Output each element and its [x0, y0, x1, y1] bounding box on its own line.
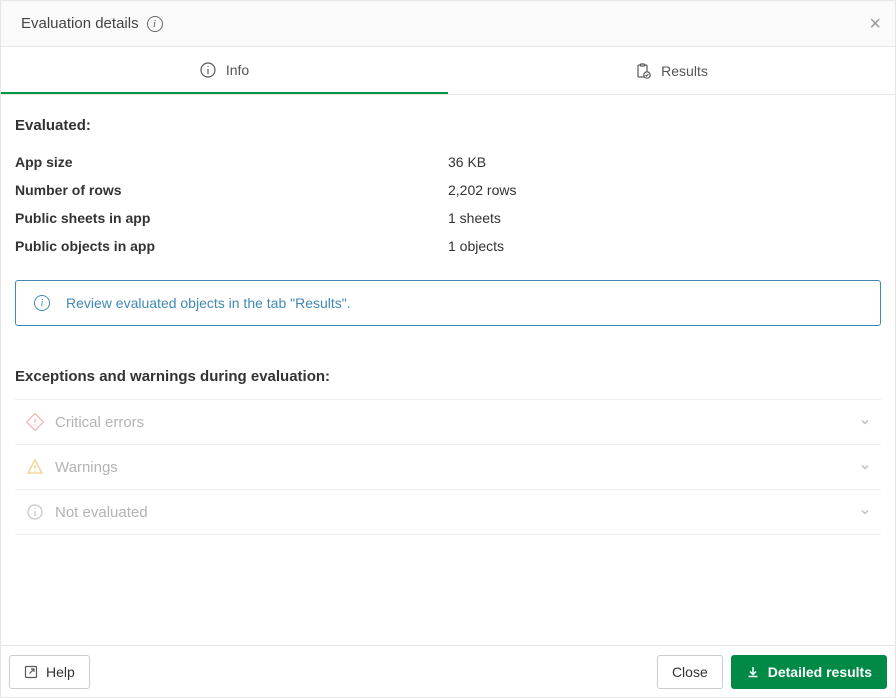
clipboard-check-icon: [635, 63, 651, 79]
exception-label: Critical errors: [55, 414, 859, 431]
detailed-results-label: Detailed results: [768, 664, 872, 680]
exception-row-not-evaluated[interactable]: Not evaluated: [15, 490, 881, 535]
properties-table: App size36 KBNumber of rows2,202 rowsPub…: [15, 148, 881, 260]
prop-value: 1 objects: [448, 232, 881, 260]
info-circle-icon: [25, 502, 45, 522]
external-link-icon: [24, 665, 38, 679]
exceptions-list: Critical errors Warnings Not evaluated: [15, 399, 881, 535]
info-icon[interactable]: i: [147, 16, 163, 32]
exception-row-critical[interactable]: Critical errors: [15, 400, 881, 445]
prop-value: 36 KB: [448, 148, 881, 176]
triangle-exclamation-icon: [25, 457, 45, 477]
diamond-exclamation-icon: [25, 412, 45, 432]
table-row: Public objects in app1 objects: [15, 232, 881, 260]
exception-label: Warnings: [55, 459, 859, 476]
tab-info-label: Info: [226, 62, 249, 78]
dialog-header: Evaluation details i ×: [1, 0, 895, 47]
help-button[interactable]: Help: [9, 655, 90, 689]
detailed-results-button[interactable]: Detailed results: [731, 655, 887, 689]
help-label: Help: [46, 664, 75, 680]
banner-text: Review evaluated objects in the tab "Res…: [66, 295, 351, 311]
dialog-title-wrap: Evaluation details i: [21, 15, 163, 32]
dialog-body: Evaluated: App size36 KBNumber of rows2,…: [1, 95, 895, 645]
exception-label: Not evaluated: [55, 504, 859, 521]
tab-results[interactable]: Results: [448, 47, 895, 94]
tab-info[interactable]: Info: [1, 47, 448, 94]
tab-results-label: Results: [661, 63, 708, 79]
chevron-down-icon: [859, 506, 871, 518]
evaluated-heading: Evaluated:: [15, 117, 881, 134]
table-row: Number of rows2,202 rows: [15, 176, 881, 204]
close-button[interactable]: Close: [657, 655, 723, 689]
evaluation-details-dialog: Evaluation details i × Info: [0, 0, 896, 698]
dialog-footer: Help Close Detailed results: [1, 645, 895, 697]
exception-row-warnings[interactable]: Warnings: [15, 445, 881, 490]
dialog-title: Evaluation details: [21, 15, 139, 32]
prop-label: Public objects in app: [15, 232, 448, 260]
tabs: Info Results: [1, 47, 895, 95]
prop-label: Number of rows: [15, 176, 448, 204]
prop-value: 2,202 rows: [448, 176, 881, 204]
prop-label: Public sheets in app: [15, 204, 448, 232]
close-label: Close: [672, 664, 708, 680]
info-icon: i: [34, 295, 50, 311]
table-row: Public sheets in app1 sheets: [15, 204, 881, 232]
exceptions-heading: Exceptions and warnings during evaluatio…: [15, 368, 881, 385]
info-icon: [200, 62, 216, 78]
prop-value: 1 sheets: [448, 204, 881, 232]
chevron-down-icon: [859, 416, 871, 428]
review-banner: i Review evaluated objects in the tab "R…: [15, 280, 881, 326]
download-icon: [746, 665, 760, 679]
chevron-down-icon: [859, 461, 871, 473]
table-row: App size36 KB: [15, 148, 881, 176]
prop-label: App size: [15, 148, 448, 176]
close-icon[interactable]: ×: [869, 14, 881, 34]
